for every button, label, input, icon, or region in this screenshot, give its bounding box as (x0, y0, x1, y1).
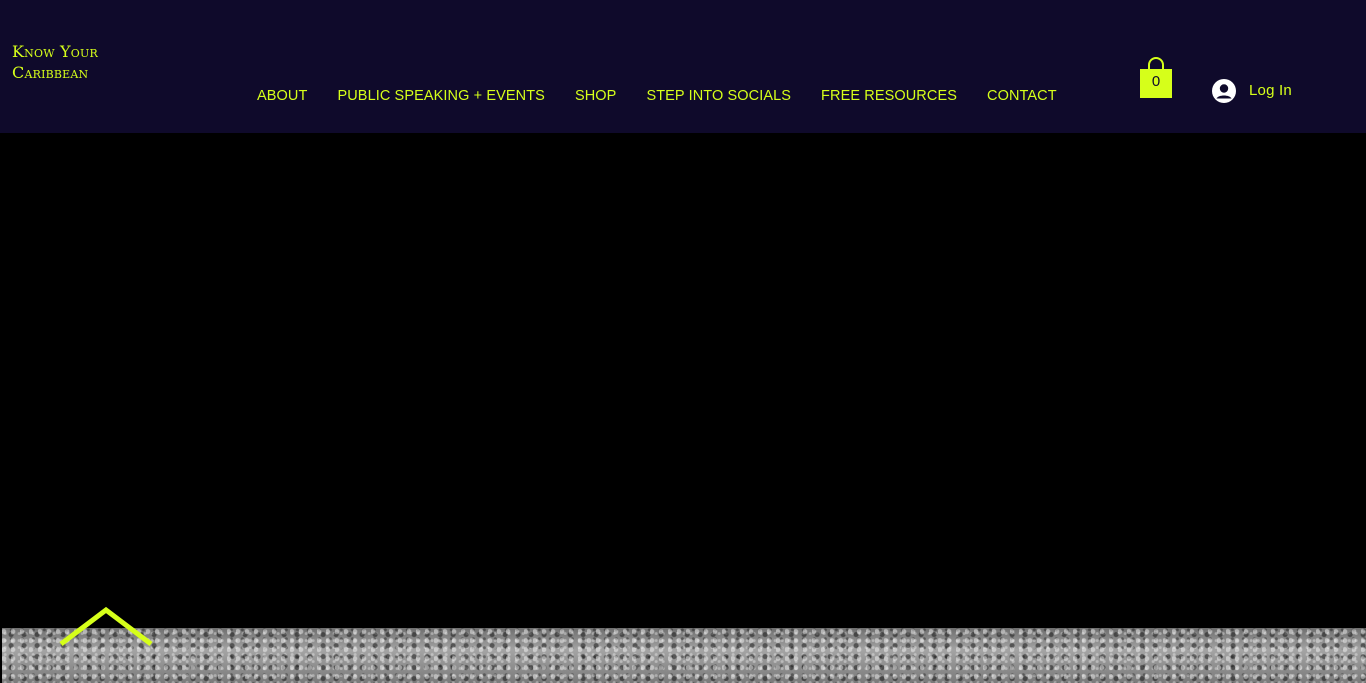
logo-line-2: Caribbean (12, 63, 89, 82)
chevron-up-icon[interactable] (58, 606, 154, 648)
nav-item-step-into-socials[interactable]: STEP INTO SOCIALS (631, 86, 806, 106)
site-logo[interactable]: Know Your Caribbean (12, 41, 98, 83)
nav-item-contact[interactable]: CONTACT (972, 86, 1072, 106)
site-header: Know Your Caribbean ABOUT PUBLIC SPEAKIN… (0, 0, 1366, 133)
nav-item-about[interactable]: ABOUT (242, 86, 322, 106)
cart-button[interactable]: 0 (1138, 55, 1174, 99)
hero-section (0, 133, 1366, 628)
page: Know Your Caribbean ABOUT PUBLIC SPEAKIN… (0, 0, 1366, 683)
nav-item-shop[interactable]: SHOP (560, 86, 632, 106)
login-button[interactable]: Log In (1212, 79, 1292, 103)
login-label: Log In (1249, 82, 1292, 99)
nav-item-free-resources[interactable]: FREE RESOURCES (806, 86, 972, 106)
main-nav: ABOUT PUBLIC SPEAKING + EVENTS SHOP STEP… (242, 86, 1072, 106)
cart-count: 0 (1151, 73, 1161, 90)
logo-line-1: Know Your (12, 42, 98, 61)
nav-item-public-speaking-events[interactable]: PUBLIC SPEAKING + EVENTS (322, 86, 559, 106)
textured-image-strip (2, 628, 1366, 683)
user-avatar-icon (1212, 79, 1236, 103)
